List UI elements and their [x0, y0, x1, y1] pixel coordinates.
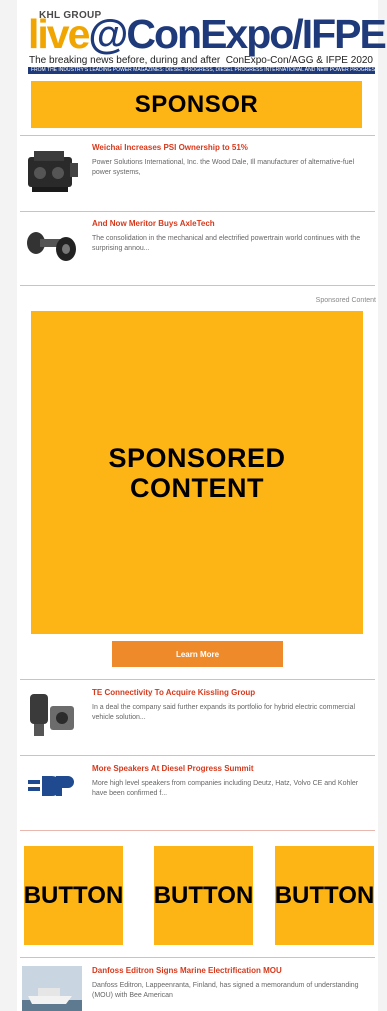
sponsored-content-label: Sponsored Content: [315, 297, 376, 304]
divider: [20, 135, 375, 136]
divider: [20, 285, 375, 286]
tagline-event: ConExpo-Con/AGG & IFPE 2020: [225, 55, 373, 66]
brand-logo[interactable]: live@ConExpo/IFPE: [28, 12, 387, 56]
article-title[interactable]: TE Connectivity To Acquire Kissling Grou…: [92, 688, 255, 697]
dp-logo-icon: [22, 764, 82, 819]
divider: [20, 755, 375, 756]
article-title[interactable]: Weichai Increases PSI Ownership to 51%: [92, 143, 248, 152]
divider: [20, 211, 375, 212]
article-item[interactable]: TE Connectivity To Acquire Kissling Grou…: [20, 688, 375, 748]
header-strip: FROM THE INDUSTRY'S LEADING POWER MAGAZI…: [28, 67, 375, 74]
header: KHL GROUP live@ConExpo/IFPE The breaking…: [17, 8, 387, 74]
article-title[interactable]: More Speakers At Diesel Progress Summit: [92, 764, 254, 773]
article-item[interactable]: And Now Meritor Buys AxleTech The consol…: [20, 219, 375, 279]
article-summary: Danfoss Editron, Lappeenranta, Finland, …: [92, 982, 359, 999]
article-item[interactable]: More Speakers At Diesel Progress Summit …: [20, 764, 375, 824]
article-item[interactable]: Danfoss Editron Signs Marine Electrifica…: [20, 966, 375, 1011]
article-title[interactable]: And Now Meritor Buys AxleTech: [92, 219, 215, 228]
sponsored-line-2: CONTENT: [129, 472, 264, 503]
divider: [20, 957, 375, 958]
sponsor-banner[interactable]: SPONSOR: [31, 81, 362, 128]
button-1[interactable]: BUTTON: [24, 846, 123, 945]
article-summary: More high level speakers from companies …: [92, 780, 359, 797]
ship-icon: [22, 966, 82, 1011]
tagline: The breaking news before, during and aft…: [29, 55, 221, 66]
learn-more-button[interactable]: Learn More: [112, 641, 283, 667]
connector-icon: [22, 688, 82, 743]
axle-icon: [22, 219, 82, 274]
sponsored-content-box[interactable]: SPONSORED CONTENT: [31, 311, 363, 634]
divider: [20, 830, 375, 831]
article-item[interactable]: Weichai Increases PSI Ownership to 51% P…: [20, 143, 375, 203]
divider: [20, 679, 375, 680]
article-summary: The consolidation in the mechanical and …: [92, 235, 361, 252]
button-3[interactable]: BUTTON: [275, 846, 374, 945]
article-summary: Power Solutions International, Inc. the …: [92, 159, 355, 176]
sponsored-line-1: SPONSORED: [108, 442, 286, 473]
article-summary: In a deal the company said further expan…: [92, 704, 356, 721]
article-title[interactable]: Danfoss Editron Signs Marine Electrifica…: [92, 966, 282, 975]
engine-icon: [22, 143, 82, 198]
button-2[interactable]: BUTTON: [154, 846, 253, 945]
